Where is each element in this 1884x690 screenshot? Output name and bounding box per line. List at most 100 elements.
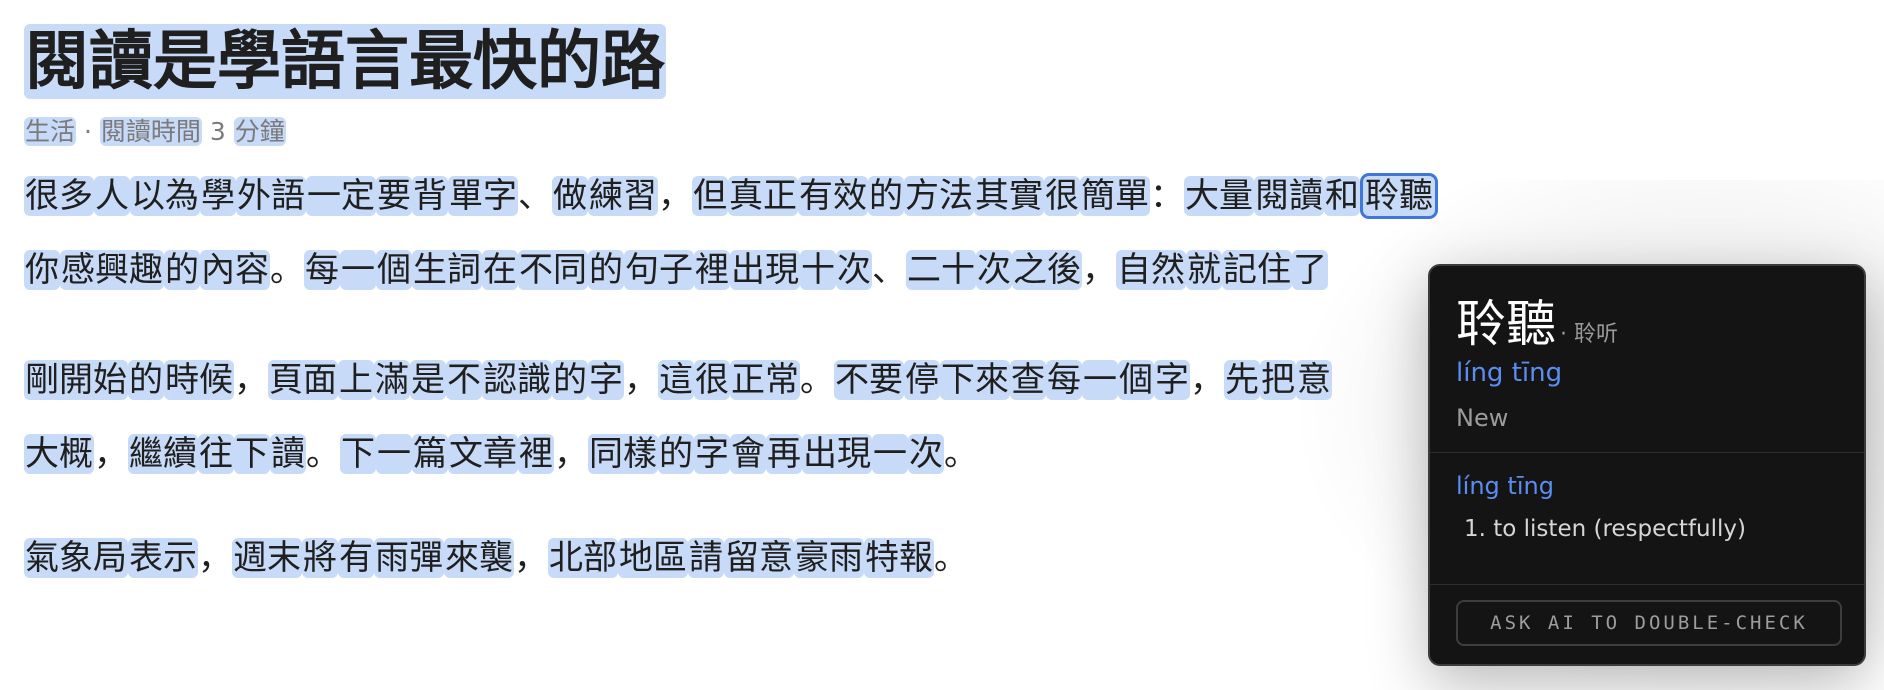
- word-token[interactable]: 一: [376, 434, 412, 474]
- word-token[interactable]: 在: [482, 250, 518, 290]
- word-token[interactable]: 將: [302, 538, 338, 578]
- word-token[interactable]: 上: [338, 360, 374, 400]
- word-token[interactable]: 字: [694, 434, 730, 474]
- word-token[interactable]: 讀: [270, 434, 306, 474]
- word-token[interactable]: 地區: [618, 538, 688, 578]
- word-token[interactable]: 的: [164, 250, 200, 290]
- word-token[interactable]: 氣象局: [24, 538, 128, 578]
- word-token[interactable]: 外語: [236, 176, 306, 216]
- word-token[interactable]: 北部: [548, 538, 618, 578]
- word-token[interactable]: 特報: [864, 538, 934, 578]
- word-token[interactable]: 和: [1324, 176, 1360, 216]
- word-token[interactable]: 的: [868, 176, 904, 216]
- word-token[interactable]: 二十: [906, 250, 976, 290]
- word-token[interactable]: 感興趣: [60, 250, 164, 290]
- word-token[interactable]: 記住: [1222, 250, 1292, 290]
- word-token[interactable]: 時候: [164, 360, 234, 400]
- word-token[interactable]: 不要: [834, 360, 904, 400]
- word-token[interactable]: 有效: [798, 176, 868, 216]
- reading-time-unit[interactable]: 分鐘: [233, 117, 286, 146]
- word-token[interactable]: 出現: [730, 250, 800, 290]
- word-token[interactable]: 留意: [724, 538, 794, 578]
- word-token[interactable]: 這: [658, 360, 694, 400]
- word-token[interactable]: 先: [1224, 360, 1260, 400]
- word-token[interactable]: 十: [800, 250, 836, 290]
- word-token[interactable]: 其實: [974, 176, 1044, 216]
- word-token[interactable]: 學: [200, 176, 236, 216]
- word-token[interactable]: 次: [976, 250, 1012, 290]
- word-token[interactable]: 次: [908, 434, 944, 474]
- word-token[interactable]: 每: [1046, 360, 1082, 400]
- word-token[interactable]: 你: [24, 250, 60, 290]
- word-token[interactable]: 做: [552, 176, 588, 216]
- word-token[interactable]: 的: [588, 250, 624, 290]
- word-token[interactable]: 一: [1082, 360, 1118, 400]
- word-token[interactable]: 停: [904, 360, 940, 400]
- word-token[interactable]: 週末: [232, 538, 302, 578]
- word-token[interactable]: 個: [1118, 360, 1154, 400]
- word-token[interactable]: 句子: [624, 250, 694, 290]
- word-token[interactable]: 閱讀: [1254, 176, 1324, 216]
- word-token[interactable]: 剛開始: [24, 360, 128, 400]
- word-token[interactable]: 正常: [730, 360, 800, 400]
- word-token[interactable]: 請: [688, 538, 724, 578]
- word-token[interactable]: 大概: [24, 434, 94, 474]
- word-token[interactable]: 來襲: [444, 538, 514, 578]
- word-token[interactable]: 再: [766, 434, 802, 474]
- word-token[interactable]: 個: [376, 250, 412, 290]
- word-token[interactable]: 了: [1292, 250, 1328, 290]
- word-token[interactable]: 一: [872, 434, 908, 474]
- word-token[interactable]: 的: [552, 360, 588, 400]
- word-token[interactable]: 簡單: [1080, 176, 1150, 216]
- word-token[interactable]: 就: [1186, 250, 1222, 290]
- word-token[interactable]: 要: [376, 176, 412, 216]
- word-token[interactable]: 文章: [448, 434, 518, 474]
- word-token[interactable]: 下來: [940, 360, 1010, 400]
- word-token[interactable]: 頁面: [268, 360, 338, 400]
- word-token[interactable]: 背: [412, 176, 448, 216]
- word-token[interactable]: 認識: [482, 360, 552, 400]
- word-token[interactable]: 下: [340, 434, 376, 474]
- word-token[interactable]: 會: [730, 434, 766, 474]
- word-token[interactable]: 生詞: [412, 250, 482, 290]
- word-token[interactable]: 字: [588, 360, 624, 400]
- word-token[interactable]: 查: [1010, 360, 1046, 400]
- word-token[interactable]: 次: [836, 250, 872, 290]
- word-token[interactable]: 往: [198, 434, 234, 474]
- word-token[interactable]: 不: [446, 360, 482, 400]
- word-token[interactable]: 豪雨: [794, 538, 864, 578]
- word-token[interactable]: 很多: [24, 176, 94, 216]
- word-token[interactable]: 很: [1044, 176, 1080, 216]
- reading-time-label[interactable]: 閱讀時間: [99, 117, 202, 146]
- word-token[interactable]: 滿: [374, 360, 410, 400]
- word-token[interactable]: 的: [658, 434, 694, 474]
- word-token[interactable]: 以為: [130, 176, 200, 216]
- word-token[interactable]: 意: [1296, 360, 1332, 400]
- word-token[interactable]: 單字: [448, 176, 518, 216]
- word-token[interactable]: 同樣: [588, 434, 658, 474]
- word-token[interactable]: 人: [94, 176, 130, 216]
- word-token[interactable]: 大量: [1184, 176, 1254, 216]
- word-token[interactable]: 把: [1260, 360, 1296, 400]
- word-token[interactable]: 表示: [128, 538, 198, 578]
- word-token[interactable]: 不同: [518, 250, 588, 290]
- title-highlight[interactable]: 閱讀是學語言最快的路: [24, 24, 666, 99]
- word-token[interactable]: 下: [234, 434, 270, 474]
- word-token[interactable]: 出現: [802, 434, 872, 474]
- word-token[interactable]: 雨彈: [374, 538, 444, 578]
- word-token[interactable]: 內容: [200, 250, 270, 290]
- category-tag[interactable]: 生活: [24, 117, 77, 146]
- word-token[interactable]: 自然: [1116, 250, 1186, 290]
- word-token[interactable]: 一: [340, 250, 376, 290]
- word-token[interactable]: 每: [304, 250, 340, 290]
- word-token[interactable]: 一定: [306, 176, 376, 216]
- word-token[interactable]: 裡: [694, 250, 730, 290]
- word-token[interactable]: 字: [1154, 360, 1190, 400]
- word-token[interactable]: 練習: [588, 176, 658, 216]
- word-token[interactable]: 繼續: [128, 434, 198, 474]
- selected-word[interactable]: 聆聽: [1360, 173, 1438, 219]
- word-token[interactable]: 裡: [518, 434, 554, 474]
- word-token[interactable]: 的: [128, 360, 164, 400]
- word-token[interactable]: 之後: [1012, 250, 1082, 290]
- word-token[interactable]: 有: [338, 538, 374, 578]
